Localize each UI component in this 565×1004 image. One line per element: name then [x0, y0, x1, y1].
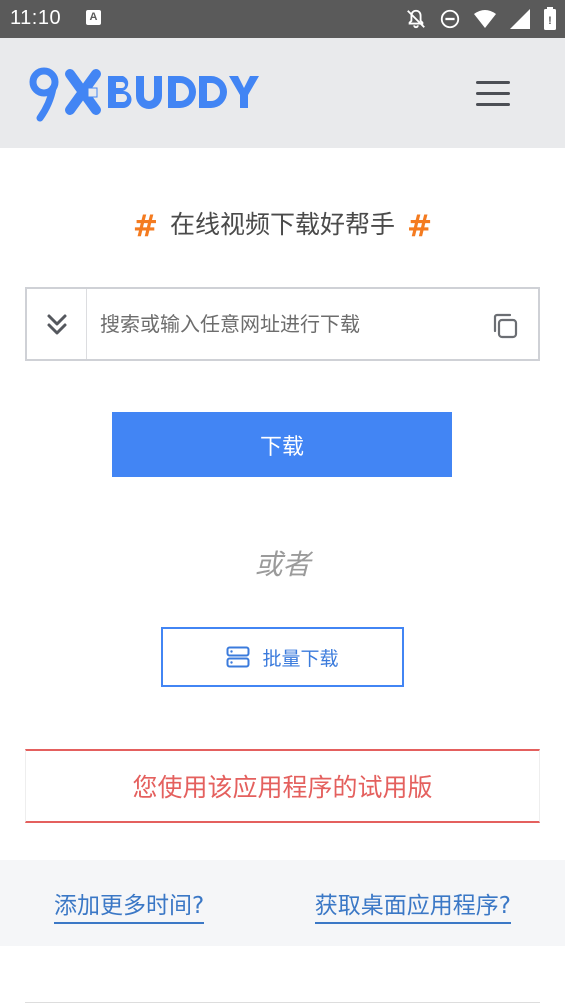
svg-text:!: !: [548, 15, 552, 27]
bottom-divider: [25, 1002, 540, 1003]
search-box: [25, 287, 540, 361]
download-button[interactable]: 下载: [112, 412, 452, 477]
trial-notice-text: 您使用该应用程序的试用版: [132, 773, 433, 802]
double-chevron-down-icon[interactable]: [27, 289, 87, 359]
battery-icon: !: [544, 7, 556, 30]
batch-download-label: 批量下载: [262, 647, 339, 670]
headline-text: 在线视频下载好帮手: [169, 210, 395, 239]
keyboard-indicator-icon: A: [86, 10, 101, 25]
add-time-link[interactable]: 添加更多时间?: [54, 886, 205, 924]
batch-download-button[interactable]: 批量下载: [161, 627, 404, 687]
hamburger-menu-icon[interactable]: [474, 79, 512, 109]
copy-icon[interactable]: [490, 311, 520, 341]
server-icon: [226, 646, 250, 668]
site-header: [0, 38, 565, 148]
status-bar: 11:10 A !: [0, 0, 565, 38]
search-input[interactable]: [100, 307, 480, 341]
or-divider-text: 或者: [254, 548, 311, 581]
wifi-icon: [474, 10, 496, 28]
page-title: # 在线视频下载好帮手 #: [0, 205, 565, 244]
brand-logo[interactable]: [28, 62, 268, 122]
trial-notice: 您使用该应用程序的试用版: [25, 749, 540, 823]
desktop-app-link[interactable]: 获取桌面应用程序?: [314, 886, 511, 924]
signal-icon: [510, 9, 530, 29]
status-time: 11:10: [10, 7, 62, 29]
hash-left-mark: #: [132, 209, 158, 244]
status-icons: !: [405, 7, 557, 31]
footer-links: 添加更多时间? 获取桌面应用程序?: [0, 860, 565, 946]
hash-right-mark: #: [407, 209, 433, 244]
do-not-disturb-icon: [440, 9, 460, 29]
notifications-off-icon: [407, 9, 425, 29]
